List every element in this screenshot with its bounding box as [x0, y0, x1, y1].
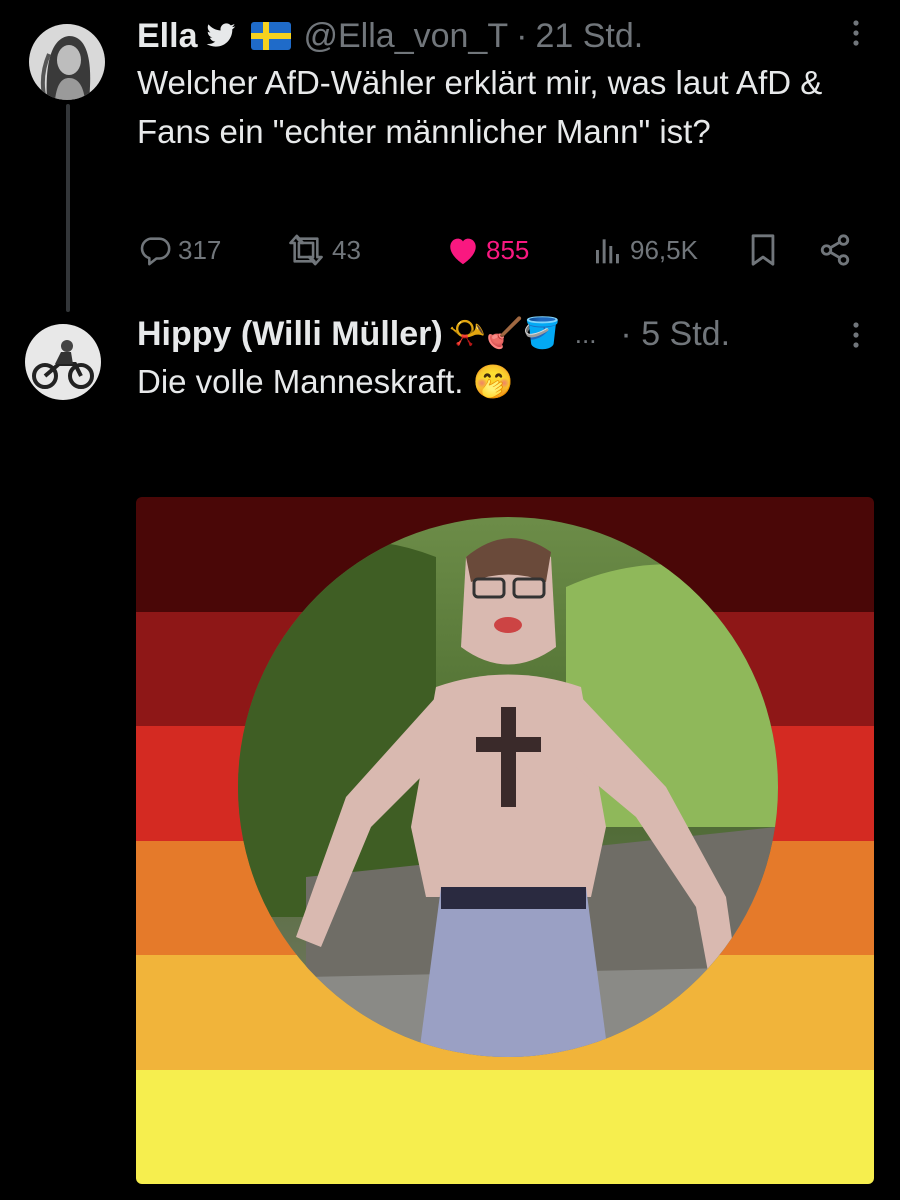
reply-media-image[interactable] [136, 497, 874, 1184]
reply-count: 317 [178, 234, 222, 265]
reply-author-emojis: 📯🪠🪣 [448, 317, 561, 350]
retweet-count: 43 [332, 234, 361, 265]
reply-text: Die volle Manneskraft. 🤭 [137, 363, 514, 400]
retweet-icon [289, 234, 323, 266]
author-handle[interactable]: @Ella_von_T [303, 16, 508, 56]
sweden-flag-icon [251, 22, 292, 50]
views-chart-icon [596, 239, 619, 264]
retweet-button[interactable]: 43 [286, 228, 361, 272]
tweet-header: Ella @Ella_von_T · 21 Std. [137, 16, 643, 56]
views-button[interactable]: 96,5K [592, 228, 698, 272]
reply-name-ellipsis: ... [574, 319, 597, 349]
bookmark-icon [751, 234, 775, 266]
ella-avatar[interactable] [29, 24, 105, 100]
views-count: 96,5K [630, 234, 698, 265]
reply-author-name[interactable]: Hippy (Willi Müller) [137, 314, 443, 354]
like-count: 855 [486, 234, 530, 265]
bookmark-button[interactable] [748, 228, 778, 272]
reply-icon [140, 237, 171, 266]
more-options-icon[interactable] [850, 18, 862, 48]
flag-stripe [136, 1070, 874, 1184]
reply-more-options-icon[interactable] [850, 320, 862, 350]
separator-dot: · [516, 17, 528, 55]
reply-timestamp[interactable]: · 5 Std. [620, 314, 730, 354]
hippy-avatar[interactable] [25, 324, 101, 400]
reply-button[interactable]: 317 [138, 228, 221, 272]
bird-icon [205, 23, 237, 49]
tweet-action-bar: 317 43 855 96,5K [138, 228, 858, 272]
reply-header: Hippy (Willi Müller) 📯🪠🪣 ... · 5 Std. [137, 314, 730, 354]
heart-icon [450, 238, 476, 265]
like-button[interactable]: 855 [446, 228, 529, 272]
tweet-text: Welcher AfD-Wähler erklärt mir, was laut… [137, 64, 832, 150]
timestamp[interactable]: 21 Std. [535, 16, 643, 56]
thread-connector-line [66, 104, 70, 312]
share-button[interactable] [818, 228, 852, 272]
author-name[interactable]: Ella [137, 16, 197, 56]
share-icon [820, 234, 850, 266]
